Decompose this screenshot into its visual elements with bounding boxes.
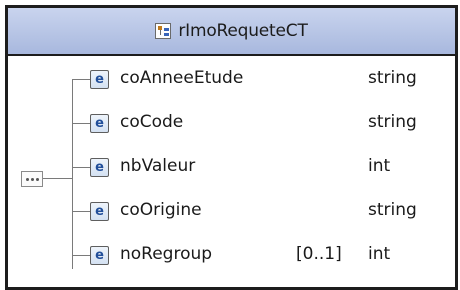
element-row[interactable]: e coCode string (8, 102, 460, 146)
complex-type-box[interactable]: rImoRequeteCT e coAnneeEtude string e co… (5, 5, 458, 290)
element-name: coOrigine (120, 200, 202, 220)
element-type: string (368, 68, 417, 88)
element-row[interactable]: e noRegroup [0..1] int (8, 234, 460, 278)
complex-type-header[interactable]: rImoRequeteCT (8, 8, 455, 56)
element-row[interactable]: e coOrigine string (8, 190, 460, 234)
element-name: coAnneeEtude (120, 68, 244, 88)
element-row[interactable]: e nbValeur int (8, 146, 460, 190)
element-icon: e (90, 246, 109, 265)
element-icon: e (90, 202, 109, 221)
element-name: coCode (120, 112, 184, 132)
element-type: string (368, 200, 417, 220)
element-name: nbValeur (120, 156, 196, 176)
element-cardinality: [0..1] (296, 244, 342, 264)
element-type: int (368, 244, 391, 264)
element-icon: e (90, 158, 109, 177)
complex-type-icon (155, 23, 172, 39)
complex-type-name: rImoRequeteCT (178, 21, 308, 41)
element-row[interactable]: e coAnneeEtude string (8, 58, 460, 102)
element-type: int (368, 156, 391, 176)
element-icon: e (90, 70, 109, 89)
element-icon: e (90, 114, 109, 133)
element-type: string (368, 112, 417, 132)
element-name: noRegroup (120, 244, 213, 264)
